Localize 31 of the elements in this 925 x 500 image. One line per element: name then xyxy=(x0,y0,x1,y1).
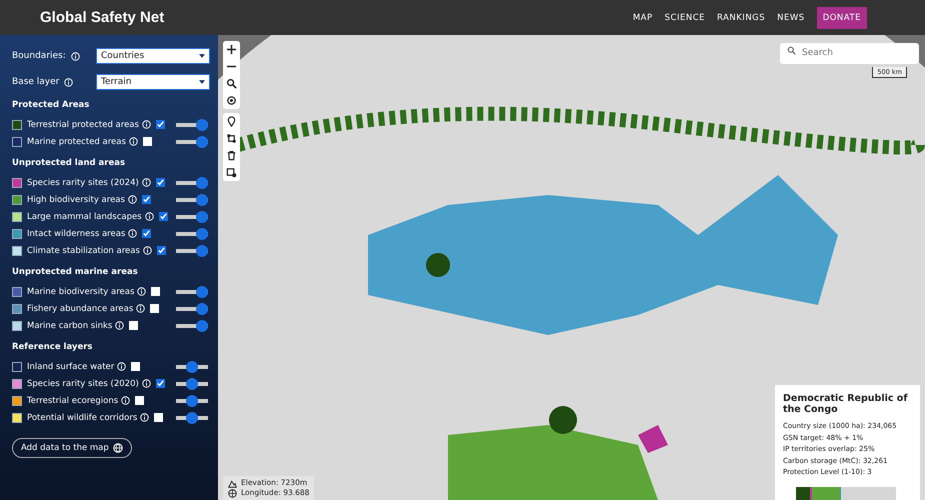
nav-link[interactable]: MAP xyxy=(632,12,653,22)
country-title: Democratic Republic of the Congo xyxy=(783,393,909,415)
layer-label: Species rarity sites (2020) xyxy=(27,378,139,388)
add-data-button[interactable]: Add data to the map xyxy=(12,438,132,458)
layer-label: Climate stabilization areas xyxy=(27,246,140,256)
layer-label: Large mammal landscapes xyxy=(27,212,142,222)
section-heading: Reference layers xyxy=(12,342,94,352)
section-heading: Unprotected marine areas xyxy=(12,267,139,277)
layer-label: Species rarity sites (2024) xyxy=(27,178,139,188)
layer-label: Terrestrial ecoregions xyxy=(27,396,118,406)
layer-label: Inland surface water xyxy=(27,362,114,372)
layer-label: High biodiversity areas xyxy=(27,194,125,204)
select-label: Base layer xyxy=(12,77,60,87)
layer-label: Marine protected areas xyxy=(27,136,126,146)
layer-label: Terrestrial protected areas xyxy=(27,120,139,130)
layer-label: Intact wilderness areas xyxy=(27,228,126,238)
layer-label: Potential wildlife corridors xyxy=(27,412,138,422)
layer-label: Marine biodiversity areas xyxy=(27,286,134,296)
donate-button[interactable]: DONATE xyxy=(816,6,867,28)
select-label: Boundaries: xyxy=(12,51,66,61)
nav-link[interactable]: NEWS xyxy=(777,12,805,22)
section-heading: Protected Areas xyxy=(12,100,90,110)
site-title[interactable]: Global Safety Net xyxy=(40,9,164,26)
dropdown[interactable]: Terrain xyxy=(96,74,210,90)
nav-link[interactable]: SCIENCE xyxy=(664,12,705,22)
layer-label: Marine carbon sinks xyxy=(27,320,112,330)
section-heading: Unprotected land areas xyxy=(12,158,126,168)
dropdown[interactable]: Countries xyxy=(96,48,210,64)
nav-link[interactable]: RANKINGS xyxy=(717,12,766,22)
search-field[interactable]: Search xyxy=(780,42,919,64)
layer-label: Fishery abundance areas xyxy=(27,304,134,314)
